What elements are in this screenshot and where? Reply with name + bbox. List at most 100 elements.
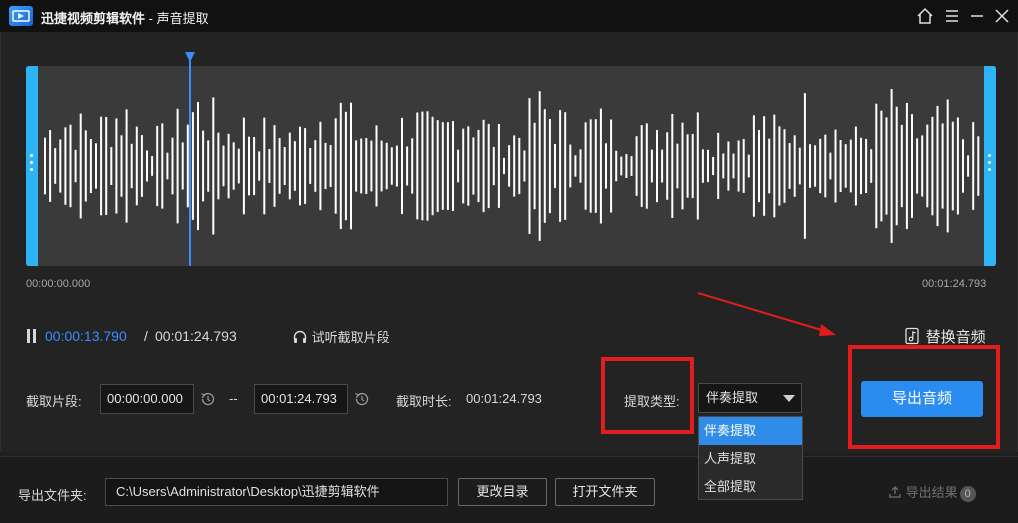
waveform-bar	[59, 139, 62, 193]
home-icon[interactable]	[914, 5, 936, 27]
waveform-bar	[222, 145, 225, 187]
waveform-bar	[477, 129, 480, 203]
waveform-bar	[880, 110, 883, 222]
waveform-bar	[814, 145, 817, 187]
option-all[interactable]: 全部提取	[699, 473, 802, 501]
export-result-button[interactable]: 导出结果 0	[888, 482, 976, 502]
waveform-bar	[696, 112, 699, 220]
waveform-start-time: 00:00:00.000	[26, 278, 91, 290]
waveform-bar	[283, 147, 286, 185]
change-directory-button[interactable]: 更改目录	[458, 478, 547, 506]
waveform-bar	[258, 151, 261, 181]
preview-clip-label: 试听截取片段	[311, 330, 390, 345]
waveform-bar	[171, 137, 174, 195]
waveform-bar	[661, 149, 664, 183]
music-file-icon	[905, 327, 919, 345]
preview-clip-button[interactable]: 试听截取片段	[292, 327, 390, 347]
waveform-bar	[299, 126, 301, 206]
waveform-bar	[768, 138, 771, 194]
waveform-bar	[747, 154, 750, 178]
waveform-bar	[156, 125, 159, 207]
reset-start-icon[interactable]	[199, 390, 217, 408]
trim-handle-left[interactable]	[26, 66, 38, 266]
playhead-marker[interactable]	[185, 52, 195, 62]
waveform-bar	[543, 109, 546, 223]
export-folder-path[interactable]: C:\Users\Administrator\Desktop\迅捷剪辑软件	[105, 478, 448, 506]
extract-type-value: 伴奏提取	[706, 390, 759, 405]
waveform-bar	[227, 133, 230, 199]
minimize-icon[interactable]	[966, 5, 988, 27]
waveform-bar	[809, 144, 811, 188]
pause-icon[interactable]	[26, 329, 38, 343]
waveform-bar	[248, 136, 250, 196]
waveform-bar	[752, 115, 755, 217]
waveform-bar	[140, 135, 143, 197]
waveform-bar	[115, 118, 118, 214]
waveform-bar	[390, 147, 393, 185]
total-time: 00:01:24.793	[155, 328, 237, 344]
waveform-bar	[829, 152, 832, 180]
headphones-icon	[293, 330, 307, 343]
waveform-bar	[202, 130, 205, 202]
menu-icon[interactable]	[941, 5, 963, 27]
waveform-bar	[559, 110, 562, 222]
waveform-bar	[176, 108, 179, 224]
waveform-bar	[548, 119, 551, 214]
waveform-bar	[380, 140, 383, 192]
waveform-bar	[671, 114, 674, 218]
waveform-bar	[834, 129, 837, 203]
waveform-bar	[533, 122, 536, 210]
waveform-bar	[564, 112, 567, 220]
waveform-bar	[615, 150, 618, 182]
waveform-bar	[819, 138, 822, 194]
waveform-bar	[875, 103, 878, 229]
waveform-bar	[492, 146, 495, 186]
waveform	[44, 89, 980, 243]
waveform-bar	[803, 93, 806, 239]
waveform-bar	[579, 149, 582, 183]
replace-audio-label: 替换音频	[925, 329, 986, 346]
waveform-bar	[181, 142, 184, 190]
waveform-bar	[482, 119, 485, 213]
waveform-bar	[426, 111, 429, 221]
clip-end-input[interactable]: 00:01:24.793	[254, 384, 348, 414]
waveform-bar	[293, 141, 296, 191]
waveform-bar	[508, 145, 511, 187]
waveform-bar	[462, 128, 465, 204]
waveform-bar	[100, 116, 103, 216]
waveform-bar	[406, 146, 409, 186]
playhead[interactable]	[189, 52, 191, 266]
waveform-bar	[467, 126, 470, 206]
waveform-bar	[110, 147, 113, 185]
waveform-bar	[926, 124, 929, 208]
waveform-bar	[191, 112, 194, 220]
waveform-bar	[793, 135, 796, 197]
waveform-bar	[314, 140, 317, 192]
waveform-bar	[946, 99, 949, 233]
waveform-bar	[105, 117, 108, 215]
section-name: - 声音提取	[145, 11, 209, 26]
clip-start-input[interactable]: 00:00:00.000	[100, 384, 194, 414]
close-icon[interactable]	[991, 5, 1013, 27]
waveform-bar	[503, 157, 505, 175]
option-accompaniment[interactable]: 伴奏提取	[699, 417, 802, 445]
waveform-bar	[737, 140, 740, 192]
waveform-bar	[74, 149, 77, 183]
waveform-bar	[242, 117, 245, 215]
waveform-bar	[656, 130, 658, 203]
chevron-down-icon	[783, 395, 795, 402]
waveform-bar	[956, 117, 959, 215]
waveform-bar	[890, 89, 893, 243]
option-vocals[interactable]: 人声提取	[699, 445, 802, 473]
waveform-bar	[146, 150, 148, 182]
reset-end-icon[interactable]	[353, 390, 371, 408]
waveform-bar	[365, 138, 368, 194]
open-folder-button[interactable]: 打开文件夹	[555, 478, 655, 506]
waveform-bar	[594, 119, 597, 213]
waveform-bar	[931, 116, 934, 216]
clip-range-label: 截取片段:	[26, 394, 82, 409]
extract-type-select[interactable]: 伴奏提取	[698, 383, 802, 413]
waveform-bar	[941, 123, 944, 209]
app-logo-icon	[9, 6, 33, 26]
trim-handle-right[interactable]	[984, 66, 996, 266]
